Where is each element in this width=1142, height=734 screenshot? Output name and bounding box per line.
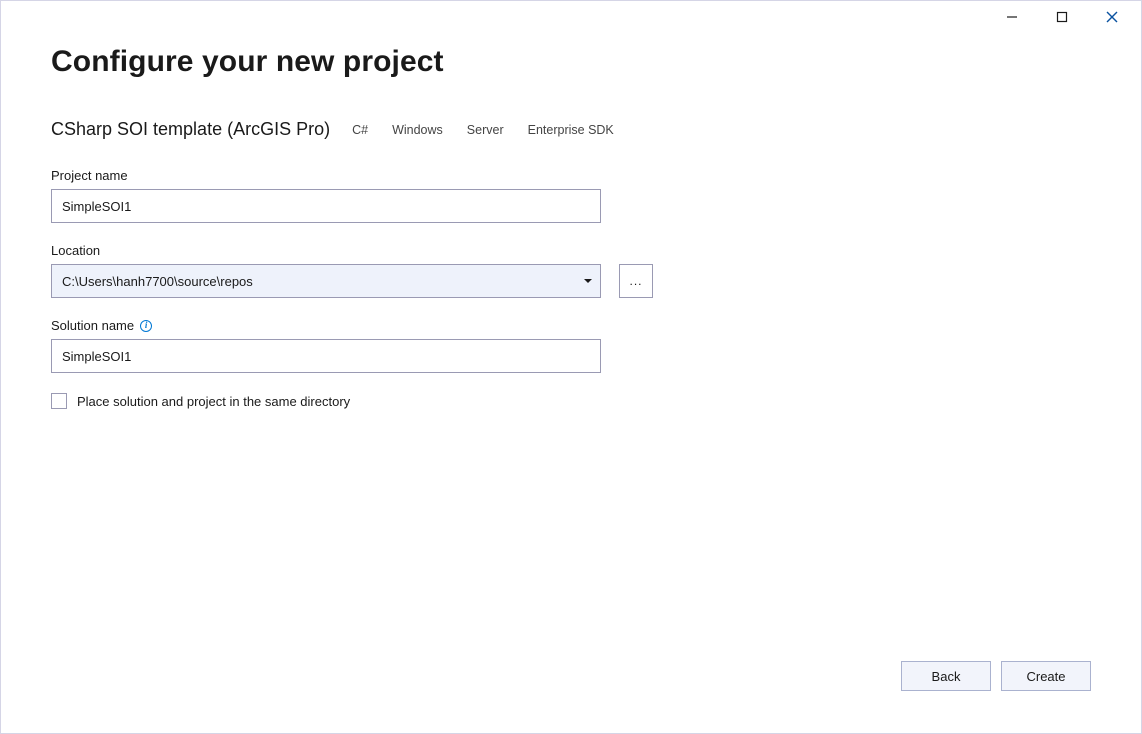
close-button[interactable] xyxy=(1099,4,1125,30)
template-name: CSharp SOI template (ArcGIS Pro) xyxy=(51,119,330,140)
tag-enterprise-sdk: Enterprise SDK xyxy=(526,121,616,139)
back-button[interactable]: Back xyxy=(901,661,991,691)
main-content: Configure your new project CSharp SOI te… xyxy=(51,45,1093,409)
project-name-input[interactable] xyxy=(51,189,601,223)
tag-csharp: C# xyxy=(350,121,370,139)
tag-windows: Windows xyxy=(390,121,445,139)
location-combobox[interactable]: C:\Users\hanh7700\source\repos xyxy=(51,264,601,298)
project-name-label: Project name xyxy=(51,168,1093,183)
solution-name-input[interactable] xyxy=(51,339,601,373)
minimize-button[interactable] xyxy=(999,4,1025,30)
create-button[interactable]: Create xyxy=(1001,661,1091,691)
same-directory-checkbox[interactable] xyxy=(51,393,67,409)
same-directory-label: Place solution and project in the same d… xyxy=(77,394,350,409)
same-directory-checkbox-row: Place solution and project in the same d… xyxy=(51,393,1093,409)
window-controls xyxy=(999,1,1141,33)
maximize-button[interactable] xyxy=(1049,4,1075,30)
location-value: C:\Users\hanh7700\source\repos xyxy=(62,274,253,289)
chevron-down-icon xyxy=(584,279,592,283)
location-label: Location xyxy=(51,243,1093,258)
solution-name-label-text: Solution name xyxy=(51,318,134,333)
footer-buttons: Back Create xyxy=(901,661,1091,691)
browse-button[interactable]: ... xyxy=(619,264,653,298)
tag-server: Server xyxy=(465,121,506,139)
template-line: CSharp SOI template (ArcGIS Pro) C# Wind… xyxy=(51,119,1093,140)
solution-name-label: Solution name i xyxy=(51,318,1093,333)
info-icon[interactable]: i xyxy=(140,320,152,332)
page-title: Configure your new project xyxy=(51,45,1093,79)
